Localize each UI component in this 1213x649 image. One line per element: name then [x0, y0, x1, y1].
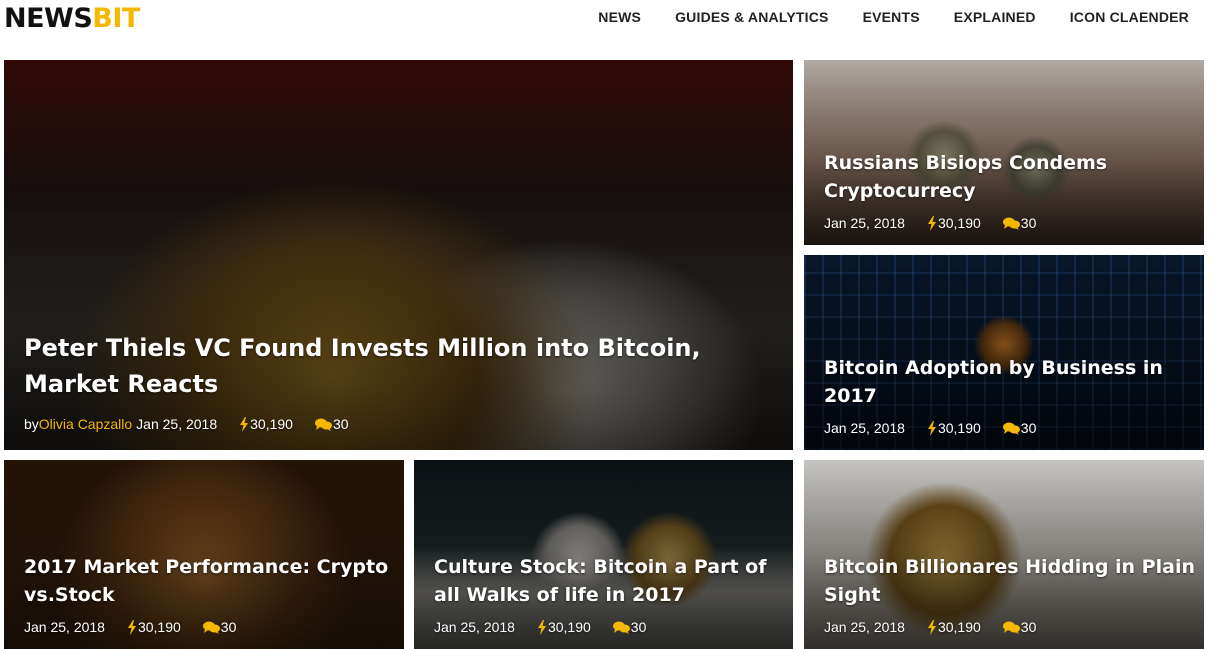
nav-item-icon-calendar[interactable]: ICON CLAENDER [1070, 9, 1189, 25]
chat-bubbles-icon [1002, 217, 1020, 230]
views-stat: 30,190 [927, 619, 981, 635]
comments-count: 30 [1020, 215, 1037, 231]
bolt-icon [127, 619, 136, 635]
bolt-icon [537, 619, 546, 635]
article-date: Jan 25, 2018 [824, 215, 905, 231]
comments-count: 30 [332, 416, 349, 432]
article-date: Jan 25, 2018 [434, 619, 515, 635]
comments-stat: 30 [612, 619, 647, 635]
article-title[interactable]: Russians Bisiops Condems Cryptocurrecy [824, 149, 1198, 205]
chat-bubbles-icon [202, 621, 220, 634]
views-count: 30,190 [937, 619, 981, 635]
views-stat: 30,190 [239, 416, 293, 432]
nav-item-guides-analytics[interactable]: GUIDES & ANALYTICS [675, 9, 828, 25]
author-link[interactable]: Olivia Capzallo [39, 416, 132, 432]
chat-bubbles-icon [1002, 422, 1020, 435]
chat-bubbles-icon [1002, 621, 1020, 634]
article-date: Jan 25, 2018 [136, 416, 218, 432]
views-count: 30,190 [937, 420, 981, 436]
comments-stat: 30 [202, 619, 237, 635]
views-stat: 30,190 [927, 420, 981, 436]
article-card[interactable]: Bitcoin Billionares Hidding in Plain Sig… [804, 460, 1204, 649]
article-meta: Jan 25, 2018 30,190 30 [24, 619, 398, 635]
featured-article-card[interactable]: Peter Thiels VC Found Invests Million in… [4, 60, 793, 450]
chat-bubbles-icon [612, 621, 630, 634]
comments-count: 30 [1020, 619, 1037, 635]
views-stat: 30,190 [127, 619, 181, 635]
views-count: 30,190 [250, 416, 293, 432]
article-meta: Jan 25, 2018 30,190 30 [434, 619, 787, 635]
comments-stat: 30 [1002, 215, 1037, 231]
article-card[interactable]: 2017 Market Performance: Crypto vs.Stock… [4, 460, 404, 649]
site-logo[interactable]: NEWSBIT [4, 2, 140, 36]
comments-count: 30 [220, 619, 237, 635]
bolt-icon [927, 215, 936, 231]
article-title[interactable]: Bitcoin Adoption by Business in 2017 [824, 354, 1198, 410]
article-title[interactable]: Bitcoin Billionares Hidding in Plain Sig… [824, 553, 1198, 609]
article-date: Jan 25, 2018 [24, 619, 105, 635]
author-prefix: by [24, 416, 39, 432]
article-title[interactable]: Peter Thiels VC Found Invests Million in… [24, 330, 787, 402]
views-count: 30,190 [937, 215, 981, 231]
bolt-icon [927, 619, 936, 635]
nav-item-events[interactable]: EVENTS [863, 9, 920, 25]
views-stat: 30,190 [927, 215, 981, 231]
comments-stat: 30 [1002, 420, 1037, 436]
article-title[interactable]: 2017 Market Performance: Crypto vs.Stock [24, 553, 398, 609]
article-title[interactable]: Culture Stock: Bitcoin a Part of all Wal… [434, 553, 787, 609]
bolt-icon [927, 420, 936, 436]
article-card[interactable]: Culture Stock: Bitcoin a Part of all Wal… [414, 460, 793, 649]
site-header: NEWSBIT NEWS GUIDES & ANALYTICS EVENTS E… [0, 0, 1213, 60]
article-card[interactable]: Russians Bisiops Condems Cryptocurrecy J… [804, 60, 1204, 245]
chat-bubbles-icon [314, 418, 332, 431]
main-nav: NEWS GUIDES & ANALYTICS EVENTS EXPLAINED… [598, 9, 1189, 25]
views-count: 30,190 [137, 619, 181, 635]
bolt-icon [240, 416, 249, 432]
article-meta: Jan 25, 2018 30,190 30 [824, 619, 1198, 635]
views-count: 30,190 [547, 619, 591, 635]
article-meta: by Olivia Capzallo Jan 25, 2018 30,190 30 [24, 416, 787, 432]
article-meta: Jan 25, 2018 30,190 30 [824, 215, 1198, 231]
comments-stat: 30 [314, 416, 349, 432]
views-stat: 30,190 [537, 619, 591, 635]
nav-item-explained[interactable]: EXPLAINED [954, 9, 1036, 25]
logo-text-bit: BIT [92, 3, 140, 34]
comments-count: 30 [1020, 420, 1037, 436]
article-card[interactable]: Bitcoin Adoption by Business in 2017 Jan… [804, 255, 1204, 450]
comments-stat: 30 [1002, 619, 1037, 635]
article-meta: Jan 25, 2018 30,190 30 [824, 420, 1198, 436]
nav-item-news[interactable]: NEWS [598, 9, 641, 25]
comments-count: 30 [630, 619, 647, 635]
article-date: Jan 25, 2018 [824, 420, 905, 436]
article-date: Jan 25, 2018 [824, 619, 905, 635]
logo-text-news: NEWS [4, 3, 93, 34]
